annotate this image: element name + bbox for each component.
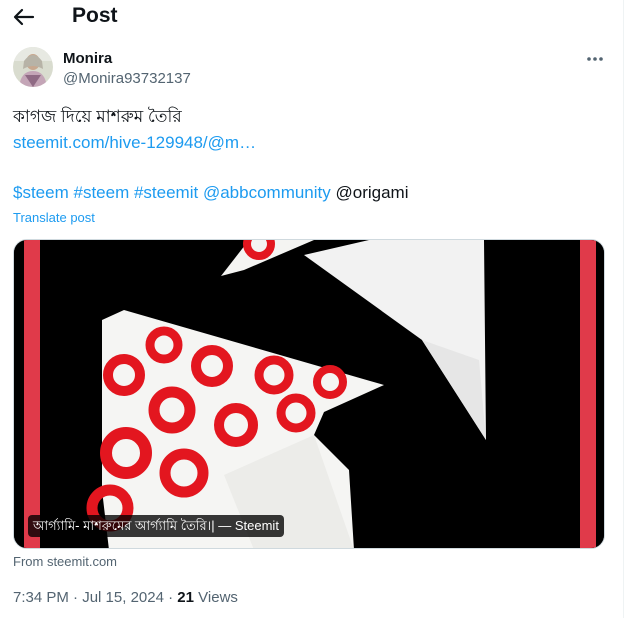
author-name[interactable]: Monira: [63, 50, 112, 67]
views-count[interactable]: 21: [177, 589, 194, 606]
card-image: [14, 240, 604, 548]
link-card[interactable]: আর্গ্যামি- মাশরুমের আর্গ্যামি তৈরি।| — S…: [13, 239, 605, 549]
meta-separator: ·: [168, 589, 174, 606]
views-label: Views: [198, 589, 238, 606]
translate-post-link[interactable]: Translate post: [13, 210, 95, 225]
tag-link[interactable]: #steem: [73, 183, 129, 202]
post-date[interactable]: Jul 15, 2024: [82, 589, 164, 606]
mention-text: @origami: [335, 183, 409, 202]
column-divider: [623, 0, 624, 618]
page-title: Post: [72, 4, 118, 27]
author-handle[interactable]: @Monira93732137: [63, 70, 191, 87]
meta-separator: ·: [73, 589, 79, 606]
post-url-link[interactable]: steemit.com/hive-129948/@m…: [13, 133, 256, 152]
post-text: কাগজ দিয়ে মাশরুম তৈরি: [13, 107, 182, 126]
card-caption: আর্গ্যামি- মাশরুমের আর্গ্যামি তৈরি।| — S…: [28, 515, 284, 537]
header: Post: [0, 0, 640, 34]
post-tags: $steem #steem #steemit @abbcommunity @or…: [13, 183, 409, 203]
tag-link[interactable]: #steemit: [134, 183, 198, 202]
tag-link[interactable]: $steem: [13, 183, 69, 202]
avatar[interactable]: [13, 47, 53, 87]
post-meta: 7:34 PM · Jul 15, 2024 · 21 Views: [13, 589, 238, 606]
card-source-link[interactable]: From steemit.com: [13, 554, 117, 569]
arrow-left-icon[interactable]: [12, 6, 36, 28]
mention-link[interactable]: @abbcommunity: [203, 183, 331, 202]
post-time[interactable]: 7:34 PM: [13, 589, 69, 606]
more-options-icon[interactable]: [584, 50, 606, 68]
